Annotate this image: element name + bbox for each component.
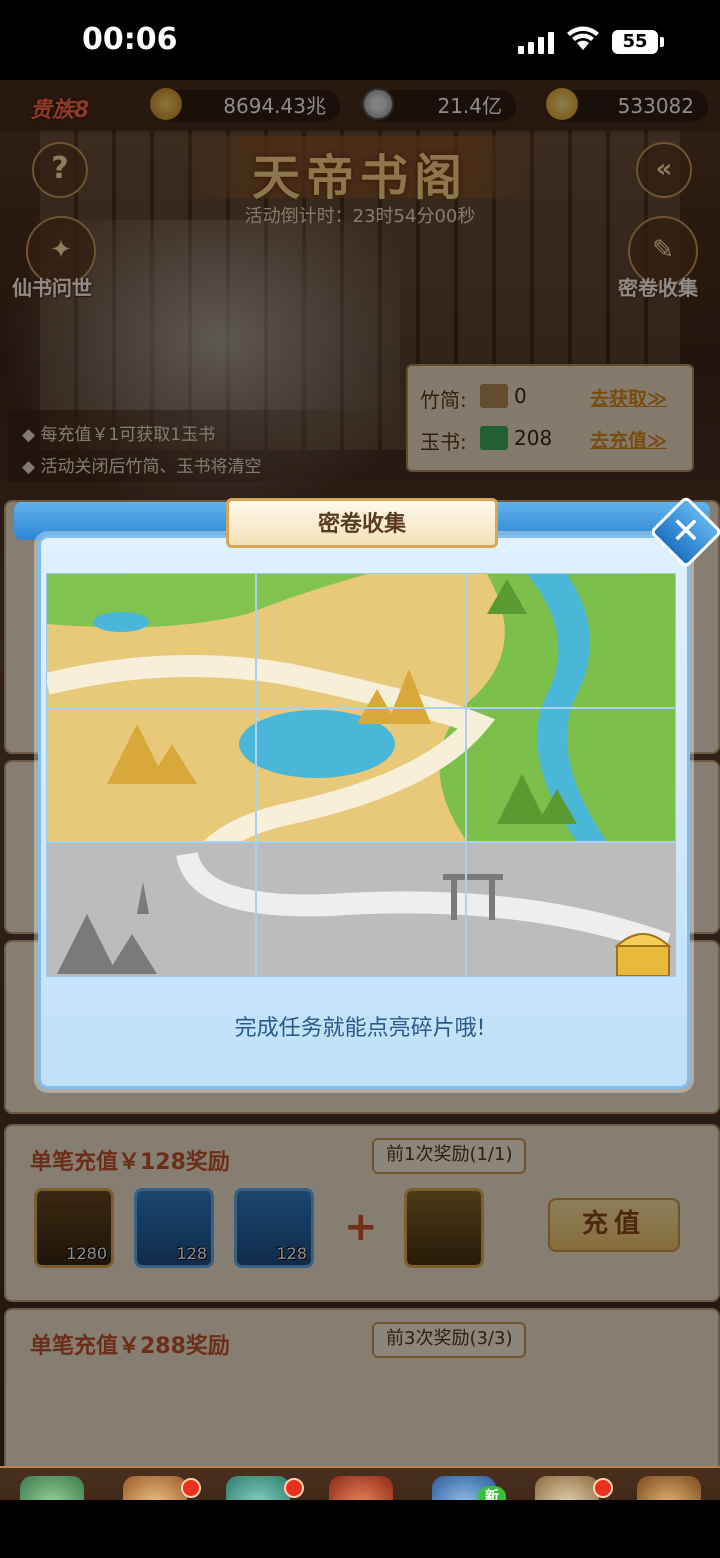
status-time: 00:06 xyxy=(82,22,178,57)
bottom-nav: 首页 阵容 历练 副本 新 斗法 背包 寻仙 xyxy=(0,1466,720,1500)
nav-backpack[interactable]: 背包 xyxy=(515,1468,618,1500)
wifi-icon xyxy=(567,26,599,50)
nav-training[interactable]: 历练 xyxy=(206,1468,309,1500)
home-indicator-area xyxy=(0,1500,720,1558)
dungeon-icon xyxy=(329,1476,393,1500)
battery-icon: 55 xyxy=(612,30,658,54)
nav-home[interactable]: 首页 xyxy=(0,1468,103,1500)
battery-tip xyxy=(660,37,664,47)
status-bar: 00:06 55 xyxy=(0,0,720,80)
nav-lineup[interactable]: 阵容 xyxy=(103,1468,206,1500)
lineup-icon xyxy=(123,1476,187,1500)
new-badge: 新 xyxy=(478,1486,506,1500)
backpack-icon xyxy=(535,1476,599,1500)
modal-title: 密卷收集 xyxy=(317,512,406,537)
close-icon[interactable]: ✕ xyxy=(660,508,712,556)
seek-immortal-icon xyxy=(637,1476,701,1500)
cellular-signal-icon xyxy=(518,32,556,54)
notification-dot xyxy=(593,1478,613,1498)
game-screen: 贵族8 8694.43兆 21.4亿 533082 天帝书阁 活动倒计时：23时… xyxy=(0,80,720,1500)
training-icon xyxy=(226,1476,290,1500)
modal-hint: 完成任务就能点亮碎片哦! xyxy=(234,1016,486,1041)
notification-dot xyxy=(181,1478,201,1498)
home-icon xyxy=(20,1476,84,1500)
nav-seek-immortal[interactable]: 寻仙 xyxy=(617,1468,720,1500)
treasure-map xyxy=(46,573,676,977)
nav-battle[interactable]: 新 斗法 xyxy=(412,1468,515,1500)
notification-dot xyxy=(284,1478,304,1498)
nav-dungeon[interactable]: 副本 xyxy=(309,1468,412,1500)
